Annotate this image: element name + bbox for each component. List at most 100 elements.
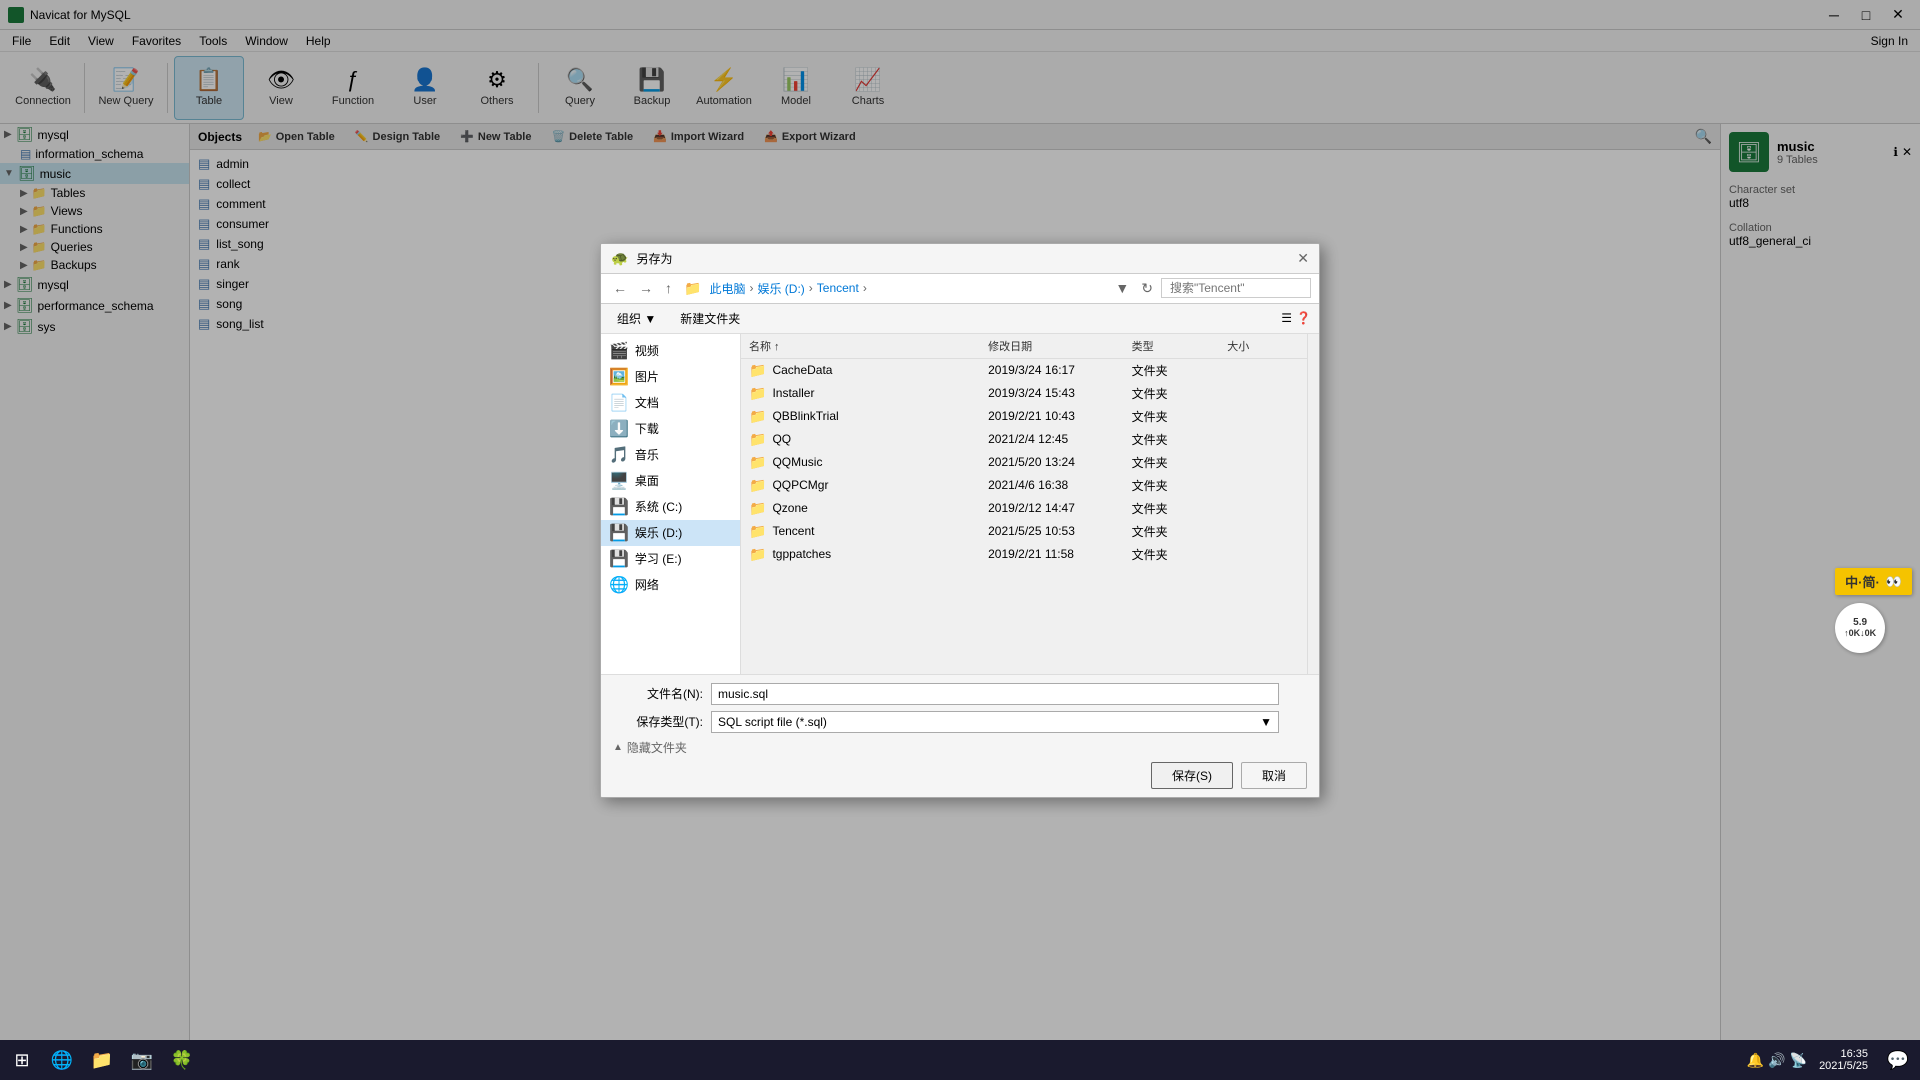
right-overlay: 中·简· 👀 5.9↑0K↓0K (1827, 560, 1920, 661)
filename-label: 文件名(N): (613, 685, 703, 702)
dialog-sidebar-pictures[interactable]: 🖼️ 图片 (601, 364, 740, 390)
file-name-tencent: 📁 Tencent (749, 523, 988, 540)
tray-icon-2: 🔊 (1768, 1052, 1785, 1069)
col-name[interactable]: 名称 ↑ (749, 338, 988, 354)
file-row[interactable]: 📁 Tencent 2021/5/25 10:53 文件夹 (741, 520, 1307, 543)
col-type[interactable]: 类型 (1132, 338, 1228, 354)
notification-button[interactable]: 💬 (1880, 1042, 1916, 1078)
dialog-title-left: 🐢 另存为 (611, 250, 672, 267)
file-row[interactable]: 📁 CacheData 2019/3/24 16:17 文件夹 (741, 359, 1307, 382)
filetype-select[interactable]: SQL script file (*.sql) ▼ (711, 711, 1279, 733)
file-label-tencent: Tencent (772, 524, 814, 538)
file-label-installer: Installer (772, 386, 814, 400)
file-date-qqmusic: 2021/5/20 13:24 (988, 455, 1131, 469)
dialog-sidebar-videos[interactable]: 🎬 视频 (601, 338, 740, 364)
file-row[interactable]: 📁 Qzone 2019/2/12 14:47 文件夹 (741, 497, 1307, 520)
file-label-qbblinktrial: QBBlinkTrial (772, 409, 838, 423)
taskbar-camera-button[interactable]: 📷 (124, 1042, 160, 1078)
organize-button[interactable]: 组织 ▼ (609, 308, 664, 329)
file-date-qzone: 2019/2/12 14:47 (988, 501, 1131, 515)
dialog-sidebar-desktop[interactable]: 🖥️ 桌面 (601, 468, 740, 494)
file-name-tgppatches: 📁 tgppatches (749, 546, 988, 563)
file-name-qzone: 📁 Qzone (749, 500, 988, 517)
file-type-qq: 文件夹 (1132, 431, 1228, 448)
file-row[interactable]: 📁 QQPCMgr 2021/4/6 16:38 文件夹 (741, 474, 1307, 497)
dialog-sidebar-label-pictures: 图片 (635, 368, 659, 385)
file-date-cachedata: 2019/3/24 16:17 (988, 363, 1131, 377)
nav-path-sep-2: › (809, 281, 813, 295)
file-row[interactable]: 📁 QQ 2021/2/4 12:45 文件夹 (741, 428, 1307, 451)
dialog-body: 🎬 视频 🖼️ 图片 📄 文档 ⬇️ 下载 🎵 音乐 (601, 334, 1319, 674)
filename-input[interactable] (711, 683, 1279, 705)
file-type-installer: 文件夹 (1132, 385, 1228, 402)
dialog-sidebar-label-documents: 文档 (635, 394, 659, 411)
col-date[interactable]: 修改日期 (988, 338, 1131, 354)
browser-icon: 🌐 (51, 1050, 73, 1071)
new-folder-button[interactable]: 新建文件夹 (672, 308, 748, 329)
dialog-nav: ← → ↑ 📁 此电脑 › 娱乐 (D:) › Tencent › ▼ ↻ (601, 274, 1319, 304)
notification-icon: 💬 (1887, 1050, 1909, 1071)
file-type-tencent: 文件夹 (1132, 523, 1228, 540)
file-scrollbar[interactable] (1307, 334, 1319, 674)
network-speed: 5.9↑0K↓0K (1844, 617, 1876, 639)
nav-path-computer[interactable]: 此电脑 (709, 280, 745, 297)
clock-time: 16:35 (1819, 1048, 1868, 1060)
dialog-overlay: 🐢 另存为 ✕ ← → ↑ 📁 此电脑 › 娱乐 (D:) › Tencent … (0, 0, 1920, 1040)
folder-icon-tgppatches: 📁 (749, 546, 766, 563)
file-list-container: 名称 ↑ 修改日期 类型 大小 📁 CacheData 2019/3/24 16… (741, 334, 1307, 674)
file-row[interactable]: 📁 QQMusic 2021/5/20 13:24 文件夹 (741, 451, 1307, 474)
nav-up-button[interactable]: ↑ (661, 278, 676, 298)
system-tray: 🔔 🔊 📡 (1747, 1052, 1815, 1069)
view-options-button[interactable]: ☰ (1281, 311, 1292, 325)
file-row[interactable]: 📁 Installer 2019/3/24 15:43 文件夹 (741, 382, 1307, 405)
dialog-close-button[interactable]: ✕ (1297, 250, 1309, 267)
file-row[interactable]: 📁 tgppatches 2019/2/21 11:58 文件夹 (741, 543, 1307, 566)
dialog-sidebar-downloads[interactable]: ⬇️ 下载 (601, 416, 740, 442)
nav-back-button[interactable]: ← (609, 278, 631, 298)
dialog-sidebar-music[interactable]: 🎵 音乐 (601, 442, 740, 468)
save-button[interactable]: 保存(S) (1151, 762, 1233, 789)
dialog-sidebar-drive-d[interactable]: 💾 娱乐 (D:) (601, 520, 740, 546)
dialog-sidebar-documents[interactable]: 📄 文档 (601, 390, 740, 416)
dialog-sidebar-label-music: 音乐 (635, 446, 659, 463)
cancel-button[interactable]: 取消 (1241, 762, 1307, 789)
dialog-sidebar-label-videos: 视频 (635, 342, 659, 359)
nav-dropdown-button[interactable]: ▼ (1111, 278, 1133, 298)
dialog-sidebar-label-desktop: 桌面 (635, 472, 659, 489)
dialog-sidebar-network[interactable]: 🌐 网络 (601, 572, 740, 598)
dialog-sidebar-drive-e[interactable]: 💾 学习 (E:) (601, 546, 740, 572)
ime-label: 中·简· (1845, 572, 1880, 591)
file-name-qqmusic: 📁 QQMusic (749, 454, 988, 471)
folder-icon-qq: 📁 (749, 431, 766, 448)
app-leaf-icon: 🍀 (171, 1050, 193, 1071)
taskbar-clock: 16:35 2021/5/25 (1819, 1048, 1876, 1072)
start-button[interactable]: ⊞ (4, 1042, 40, 1078)
ime-widget[interactable]: 中·简· 👀 (1835, 568, 1912, 595)
taskbar-explorer-button[interactable]: 📁 (84, 1042, 120, 1078)
file-type-tgppatches: 文件夹 (1132, 546, 1228, 563)
help-button[interactable]: ❓ (1296, 311, 1311, 325)
dialog-title-text: 另存为 (636, 250, 672, 267)
nav-search-input[interactable] (1161, 278, 1311, 298)
hide-folders-toggle[interactable]: ▲ 隐藏文件夹 (613, 739, 1307, 756)
taskbar-browser-button[interactable]: 🌐 (44, 1042, 80, 1078)
dialog-sidebar-drive-c[interactable]: 💾 系统 (C:) (601, 494, 740, 520)
save-as-dialog: 🐢 另存为 ✕ ← → ↑ 📁 此电脑 › 娱乐 (D:) › Tencent … (600, 243, 1320, 798)
nav-refresh-button[interactable]: ↻ (1137, 278, 1157, 299)
dialog-buttons-row: 保存(S) 取消 (613, 762, 1307, 789)
file-name-qqpcmgr: 📁 QQPCMgr (749, 477, 988, 494)
folder-icon-qzone: 📁 (749, 500, 766, 517)
nav-forward-button[interactable]: → (635, 278, 657, 298)
file-date-qq: 2021/2/4 12:45 (988, 432, 1131, 446)
ime-eyes-icon: 👀 (1886, 574, 1902, 590)
col-size[interactable]: 大小 (1227, 338, 1299, 354)
file-date-qbblinktrial: 2019/2/21 10:43 (988, 409, 1131, 423)
dialog-file-sidebar: 🎬 视频 🖼️ 图片 📄 文档 ⬇️ 下载 🎵 音乐 (601, 334, 741, 674)
drive-d-icon: 💾 (609, 523, 629, 543)
nav-path-d[interactable]: 娱乐 (D:) (757, 280, 804, 297)
file-row[interactable]: 📁 QBBlinkTrial 2019/2/21 10:43 文件夹 (741, 405, 1307, 428)
nav-path-tencent[interactable]: Tencent (817, 281, 859, 295)
video-icon: 🎬 (609, 341, 629, 361)
taskbar-app-button[interactable]: 🍀 (164, 1042, 200, 1078)
network-widget[interactable]: 5.9↑0K↓0K (1835, 603, 1885, 653)
